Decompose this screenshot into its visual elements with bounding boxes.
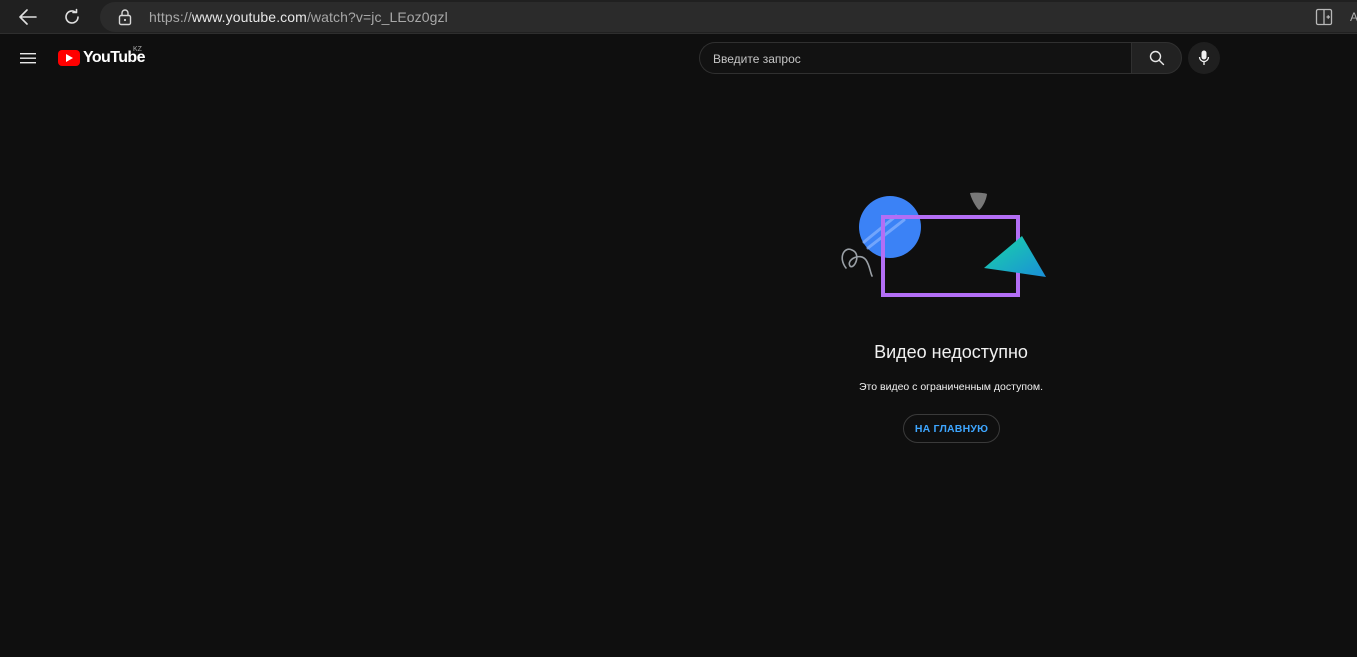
reload-button[interactable] [58,4,86,30]
error-title: Видео недоступно [874,342,1028,362]
search-icon [1149,50,1164,66]
drop-shape [970,192,987,210]
teal-triangle-shape [984,236,1046,277]
country-code: KZ [133,46,142,53]
back-button[interactable] [14,4,42,30]
go-home-button[interactable]: НА ГЛАВНУЮ [903,414,1000,443]
address-bar[interactable]: https://www.youtube.com/watch?v=jc_LEoz0… [100,2,1357,32]
youtube-play-icon [58,50,80,66]
youtube-masthead: YouTube KZ Введите запрос [0,35,1357,81]
unavailable-video-illustration [841,192,1046,297]
search-placeholder: Введите запрос [713,52,801,66]
browser-toolbar: https://www.youtube.com/watch?v=jc_LEoz0… [0,0,1357,34]
microphone-icon [1198,50,1210,65]
menu-button[interactable] [16,46,40,70]
arrow-left-icon [19,9,37,25]
reader-mode-button[interactable]: A [1350,10,1357,24]
squiggle-shape [841,248,873,277]
split-screen-icon[interactable] [1315,8,1333,26]
hamburger-menu-icon [20,53,36,64]
error-subtitle: Это видео с ограниченным доступом. [859,381,1043,393]
voice-search-button[interactable] [1188,42,1220,74]
reload-icon [65,8,79,24]
youtube-logo[interactable]: YouTube [58,48,145,68]
search-input[interactable]: Введите запрос [699,42,1132,74]
search-button[interactable] [1131,42,1182,74]
url-text[interactable]: https://www.youtube.com/watch?v=jc_LEoz0… [149,9,448,25]
lock-icon[interactable] [118,8,132,26]
